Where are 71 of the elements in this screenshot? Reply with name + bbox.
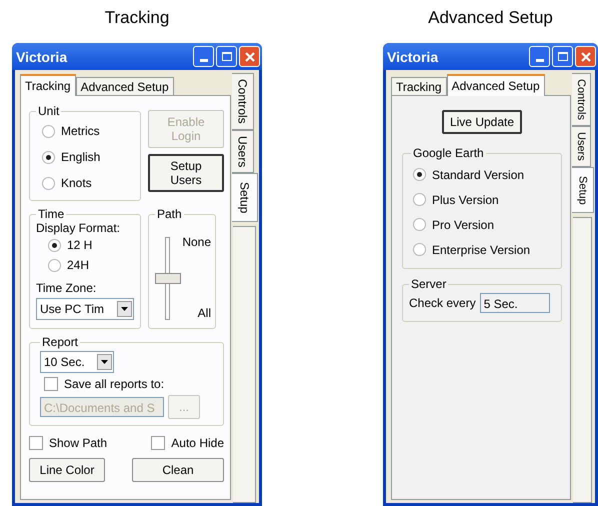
group-label: Report — [41, 335, 80, 349]
checkbox-label: Show Path — [49, 436, 108, 450]
dropdown[interactable]: 10 Sec. — [40, 351, 114, 373]
window-title: Victoria — [16, 48, 68, 64]
group-label: Path — [156, 207, 183, 221]
group-label: Google Earth — [412, 146, 485, 160]
check-every-label: Check every — [409, 296, 476, 310]
radio-label: Pro Version — [432, 218, 494, 232]
side-tab[interactable]: Setup — [572, 166, 594, 214]
interval-field[interactable]: 5 Sec. — [480, 293, 550, 313]
radio-label: Plus Version — [432, 192, 499, 206]
slider-label: None — [182, 235, 211, 249]
radio-button[interactable] — [413, 168, 426, 181]
radio-button[interactable] — [413, 193, 426, 206]
side-tab[interactable]: Setup — [232, 173, 258, 222]
radio-button[interactable] — [42, 124, 55, 138]
checkbox-label: Save all reports to: — [64, 377, 164, 391]
radio-button[interactable] — [413, 243, 426, 256]
checkbox[interactable] — [29, 436, 43, 450]
slider-thumb[interactable] — [155, 272, 181, 284]
minimize-icon — [536, 59, 544, 62]
maximize-button[interactable] — [216, 46, 237, 67]
caret-icon — [117, 301, 132, 317]
tab[interactable]: Tracking — [391, 77, 447, 96]
window-title: Victoria — [387, 48, 438, 64]
caret-icon — [97, 354, 112, 370]
radio-label: Knots — [61, 176, 92, 190]
radio-button[interactable] — [48, 238, 61, 252]
minimize-icon — [200, 59, 208, 62]
display-format-label: Display Format: — [36, 221, 122, 235]
radio-label: 12 H — [67, 238, 92, 252]
group-label: Unit — [37, 104, 60, 118]
setup-users-button[interactable]: Setup Users — [148, 154, 224, 192]
group-label: Server — [410, 277, 448, 291]
tab[interactable]: Tracking — [20, 74, 76, 96]
time-zone-label: Time Zone: — [36, 281, 98, 295]
radio-label: Enterprise Version — [432, 242, 530, 256]
figure-caption: Advanced Setup — [427, 7, 554, 29]
radio-label: English — [61, 150, 100, 164]
close-button[interactable] — [575, 46, 596, 67]
side-tab[interactable]: Users — [232, 130, 254, 174]
tab[interactable]: Advanced Setup — [446, 74, 545, 96]
clean-button[interactable]: Clean — [132, 458, 224, 482]
maximize-button[interactable] — [552, 46, 573, 67]
live-update-button[interactable]: Live Update — [442, 110, 522, 134]
checkbox[interactable] — [44, 377, 58, 391]
minimize-button[interactable] — [193, 46, 214, 67]
radio-label: 24H — [67, 258, 90, 272]
dropdown[interactable]: Use PC Tim — [36, 298, 134, 320]
radio-button[interactable] — [48, 258, 61, 272]
checkbox-label: Auto Hide — [171, 436, 224, 450]
minimize-button[interactable] — [529, 46, 550, 67]
side-tab[interactable]: Users — [572, 126, 591, 167]
radio-button[interactable] — [413, 218, 426, 231]
side-tab[interactable]: Controls — [572, 73, 591, 126]
figure-caption: Tracking — [104, 7, 170, 29]
line-color-button[interactable]: Line Color — [29, 458, 105, 482]
radio-button[interactable] — [42, 150, 55, 164]
close-button[interactable] — [239, 46, 260, 67]
radio-button[interactable] — [42, 176, 55, 190]
maximize-icon — [222, 52, 232, 61]
tab[interactable]: Advanced Setup — [76, 77, 174, 96]
group-label: Time — [37, 207, 66, 221]
radio-label: Metrics — [61, 124, 100, 138]
close-icon — [580, 52, 590, 62]
checkbox[interactable] — [151, 436, 166, 450]
radio-label: Standard Version — [432, 168, 524, 182]
maximize-icon — [558, 52, 568, 61]
side-tab[interactable]: Controls — [232, 73, 254, 130]
close-icon — [244, 52, 254, 62]
slider-label: All — [198, 306, 211, 320]
